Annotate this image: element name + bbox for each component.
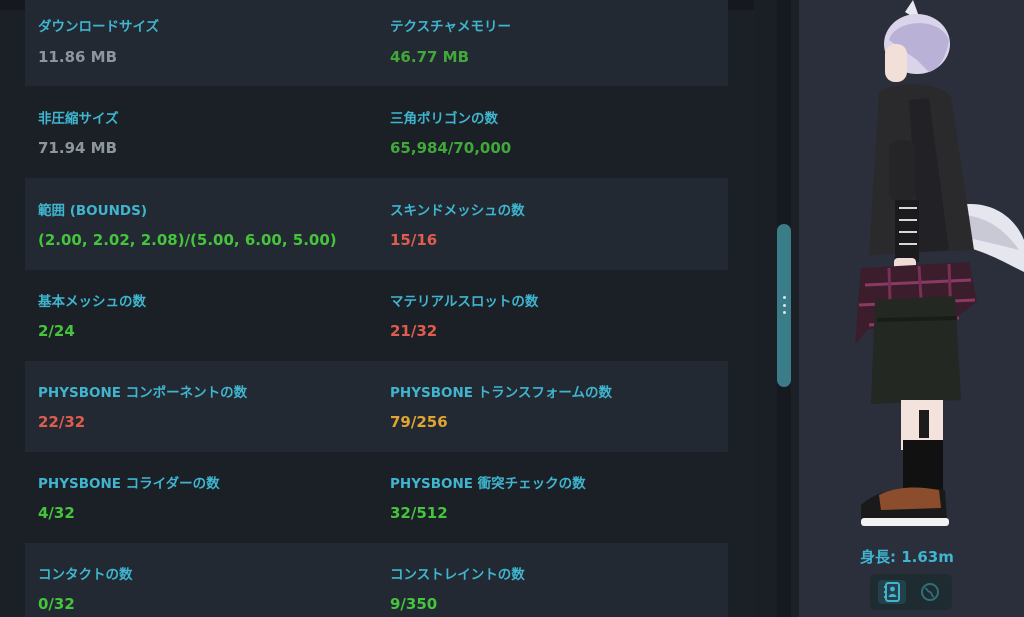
stats-row: PHYSBONE コンポーネントの数 22/32 PHYSBONE トランスフォ… xyxy=(25,361,728,453)
stat-label: マテリアルスロットの数 xyxy=(390,294,539,310)
preview-mode-toolbar xyxy=(870,574,952,610)
avatar-model-image xyxy=(855,0,1024,526)
stat-value: 0/32 xyxy=(38,595,75,613)
stat-label: 基本メッシュの数 xyxy=(38,294,146,310)
avatar-details-button[interactable] xyxy=(878,580,906,604)
stats-row: 範囲 (BOUNDS) (2.00, 2.02, 2.08)/(5.00, 6.… xyxy=(25,178,728,270)
stat-value: 15/16 xyxy=(390,231,438,249)
stat-value: 79/256 xyxy=(390,413,448,431)
stat-value: 2/24 xyxy=(38,322,75,340)
stats-row: コンタクトの数 0/32 コンストレイントの数 9/350 xyxy=(25,543,728,617)
drag-grip-icon xyxy=(781,296,787,314)
stat-label: PHYSBONE トランスフォームの数 xyxy=(390,385,613,401)
stat-value: 9/350 xyxy=(390,595,438,613)
panel-divider xyxy=(791,0,799,617)
stat-label: PHYSBONE コライダーの数 xyxy=(38,476,220,492)
globe-icon xyxy=(921,583,939,601)
stat-value: 65,984/70,000 xyxy=(390,139,512,157)
stats-row: 基本メッシュの数 2/24 マテリアルスロットの数 21/32 xyxy=(25,270,728,362)
avatar-preview-panel xyxy=(799,0,1024,617)
stat-label: スキンドメッシュの数 xyxy=(390,203,525,219)
stat-label: 三角ポリゴンの数 xyxy=(390,111,498,127)
stat-label: 範囲 (BOUNDS) xyxy=(38,203,147,219)
avatar-details-icon xyxy=(884,582,900,602)
stats-row: ダウンロードサイズ 11.86 MB テクスチャメモリー 46.77 MB xyxy=(25,0,728,86)
stat-value: 4/32 xyxy=(38,504,75,522)
world-view-button[interactable] xyxy=(916,580,944,604)
stat-value: 32/512 xyxy=(390,504,448,522)
stat-label: PHYSBONE コンポーネントの数 xyxy=(38,385,248,401)
stat-label: コンタクトの数 xyxy=(38,567,133,583)
stat-label: ダウンロードサイズ xyxy=(38,19,160,35)
stat-label: PHYSBONE 衝突チェックの数 xyxy=(390,476,586,492)
stat-label: 非圧縮サイズ xyxy=(38,111,119,127)
stat-value: 21/32 xyxy=(390,322,438,340)
stat-label: コンストレイントの数 xyxy=(390,567,525,583)
stats-row: 非圧縮サイズ 71.94 MB 三角ポリゴンの数 65,984/70,000 xyxy=(25,86,728,178)
stats-row: PHYSBONE コライダーの数 4/32 PHYSBONE 衝突チェックの数 … xyxy=(25,452,728,544)
stat-value: 22/32 xyxy=(38,413,86,431)
stat-value: 71.94 MB xyxy=(38,139,118,157)
avatar-height-label: 身長: 1.63m xyxy=(860,548,954,566)
stat-value: 11.86 MB xyxy=(38,48,118,66)
stat-label: テクスチャメモリー xyxy=(390,19,511,35)
avatar-stats-panel: ダウンロードサイズ 11.86 MB テクスチャメモリー 46.77 MB 非圧… xyxy=(0,0,754,617)
stat-value: (2.00, 2.02, 2.08)/(5.00, 6.00, 5.00) xyxy=(38,231,337,249)
stat-value: 46.77 MB xyxy=(390,48,470,66)
